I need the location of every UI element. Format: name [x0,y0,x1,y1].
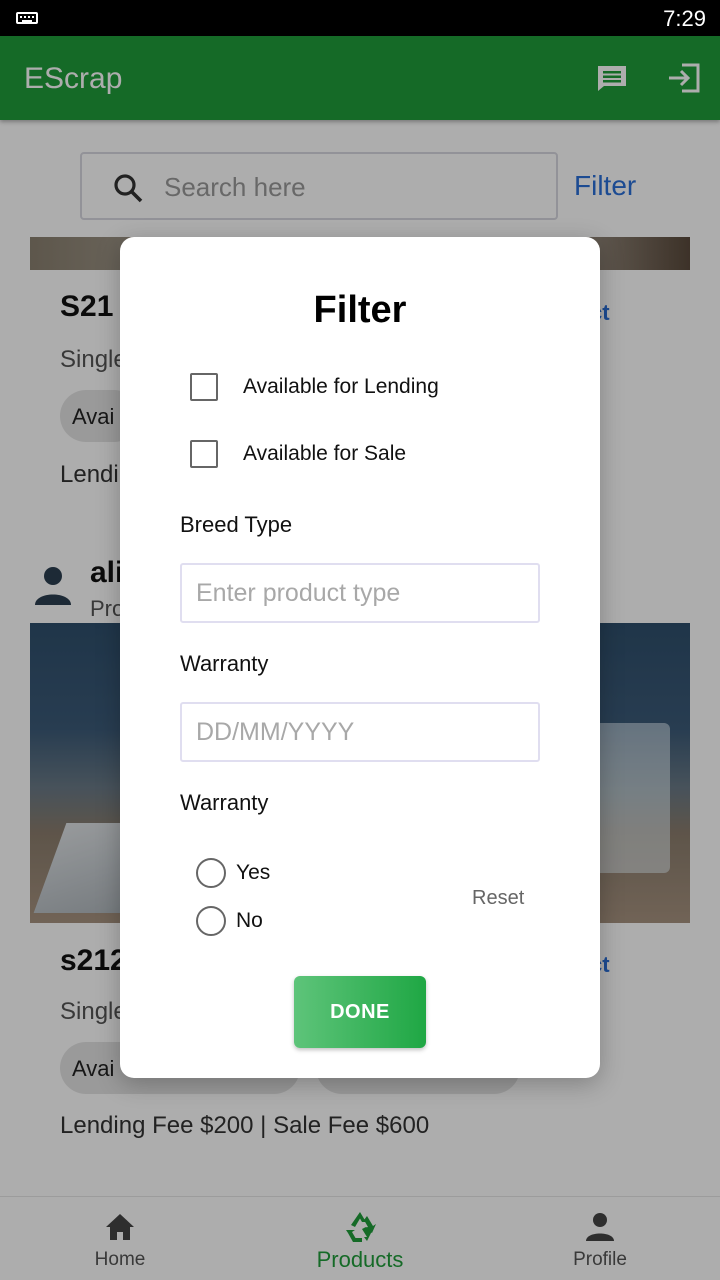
warranty-date-label: Warranty [180,651,269,676]
lending-checkbox-label[interactable]: Available for Lending [243,375,439,399]
lending-checkbox[interactable] [190,373,218,401]
reset-button[interactable]: Reset [472,887,524,910]
dialog-title: Filter [313,289,407,331]
warranty-label: Warranty [180,790,269,815]
breed-type-label: Breed Type [180,512,293,537]
warranty-no-label[interactable]: No [236,909,263,933]
filter-dialog: Filter Available for Lending Available f… [120,237,600,1078]
sale-checkbox-label[interactable]: Available for Sale [243,442,406,466]
status-time: 7:29 [663,6,706,31]
warranty-date-input[interactable] [180,702,540,762]
breed-type-input[interactable] [180,563,540,623]
status-bar: 7:29 [0,0,720,36]
done-button[interactable]: DONE [294,976,426,1048]
warranty-yes-label[interactable]: Yes [236,861,270,885]
warranty-yes-radio[interactable] [196,858,226,888]
keyboard-icon [16,12,38,24]
sale-checkbox[interactable] [190,440,218,468]
warranty-no-radio[interactable] [196,906,226,936]
